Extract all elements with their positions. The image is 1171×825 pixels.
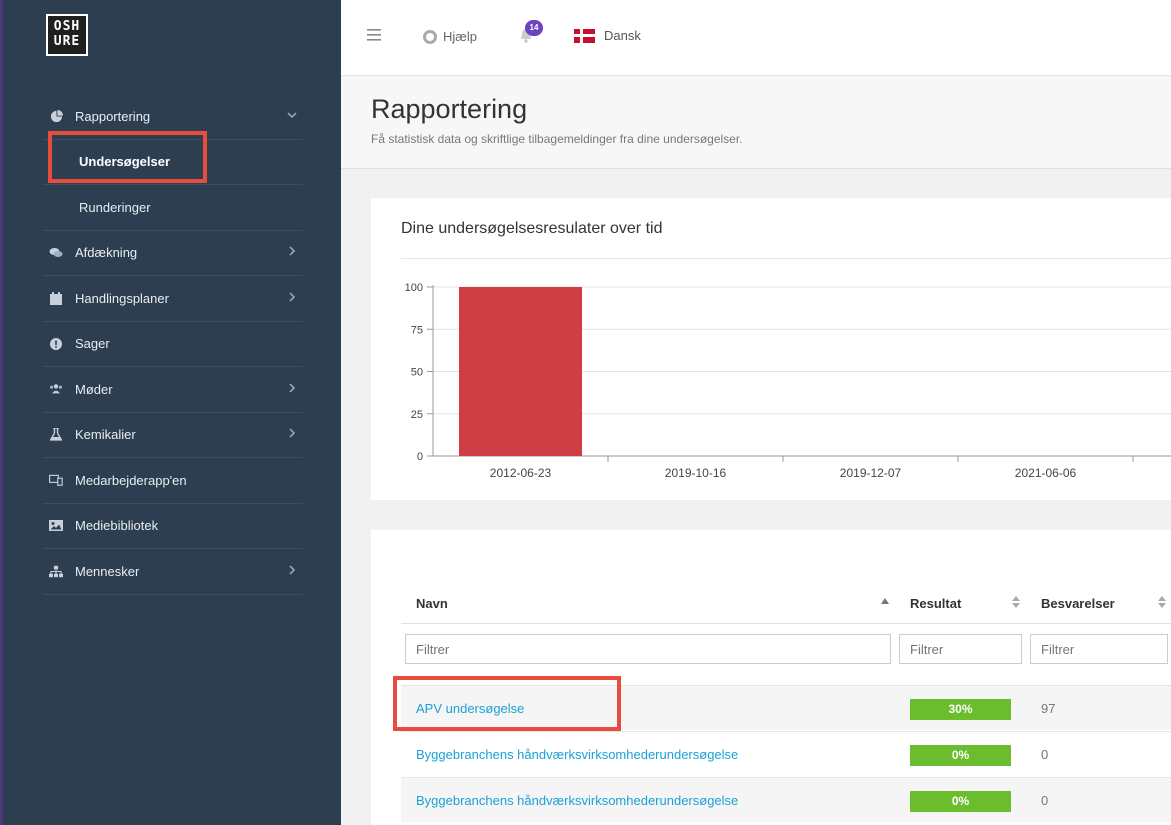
page-header: Rapportering Få statistisk data og skrif… xyxy=(341,76,1171,169)
filter-resultat-input[interactable] xyxy=(899,634,1022,664)
x-tick-label: 2019-12-07 xyxy=(840,466,902,480)
sidebar-item-mediebibliotek[interactable]: Mediebibliotek xyxy=(43,504,303,549)
sort-icon[interactable] xyxy=(1012,596,1020,610)
filter-navn-input[interactable] xyxy=(405,634,891,664)
chevron-right-icon xyxy=(287,428,297,441)
sidebar-item-label: Møder xyxy=(75,381,113,397)
lifebuoy-icon xyxy=(423,29,437,44)
sidebar-subitem-label: Runderinger xyxy=(79,199,151,215)
devices-icon xyxy=(49,473,63,487)
sidebar-item-mennesker[interactable]: Mennesker xyxy=(43,549,303,595)
danish-flag-icon xyxy=(574,28,595,43)
logo-line-1: OSH xyxy=(53,19,81,34)
language-label: Dansk xyxy=(604,28,641,43)
sort-asc-icon[interactable] xyxy=(881,596,889,606)
responses-count: 0 xyxy=(1041,793,1049,808)
x-tick-label: 2019-10-16 xyxy=(665,466,727,480)
sidebar-item-label: Medarbejderapp'en xyxy=(75,472,187,488)
sidebar-item-label: Afdækning xyxy=(75,245,138,261)
highlight-box-undersogelser xyxy=(48,131,207,183)
users-icon xyxy=(49,382,63,396)
result-progress-bar: 0% xyxy=(910,791,1011,812)
flask-icon xyxy=(49,428,63,442)
app-logo[interactable]: OSH URE xyxy=(46,14,88,56)
sidebar-item-label: Rapportering xyxy=(75,108,151,124)
page-subtitle: Få statistisk data og skriftlige tilbage… xyxy=(371,132,743,146)
highlight-box-apv-link xyxy=(393,676,621,731)
logo-line-2: URE xyxy=(53,34,81,49)
help-link[interactable]: Hjælp xyxy=(423,29,477,44)
column-header-besvarelser[interactable]: Besvarelser xyxy=(1041,596,1115,611)
bar-chart: 0 25 50 75 100 2012-06-23 2019-10-16 2019-12-07… xyxy=(405,282,1171,480)
sidebar-item-label: Mennesker xyxy=(75,563,140,579)
survey-link[interactable]: Byggebranchens håndværksvirksomhederunde… xyxy=(416,747,738,762)
divider xyxy=(401,623,1171,624)
sidebar-item-label: Kemikalier xyxy=(75,427,136,443)
calendar-icon xyxy=(49,291,63,305)
result-progress-bar: 30% xyxy=(910,699,1011,720)
hamburger-menu-icon[interactable] xyxy=(367,28,381,46)
responses-count: 97 xyxy=(1041,701,1056,716)
column-header-resultat[interactable]: Resultat xyxy=(910,596,961,611)
survey-link[interactable]: Byggebranchens håndværksvirksomhederunde… xyxy=(416,793,738,808)
sidebar-item-sager[interactable]: Sager xyxy=(43,322,303,367)
x-tick-label: 2012-06-23 xyxy=(490,466,552,480)
chevron-right-icon xyxy=(287,246,297,259)
table-row: Byggebranchens håndværksvirksomhederunde… xyxy=(401,731,1171,776)
column-header-navn[interactable]: Navn xyxy=(416,596,448,611)
sort-icon[interactable] xyxy=(1158,596,1166,610)
sidebar-item-afdaekning[interactable]: Afdækning xyxy=(43,231,303,276)
x-tick-label: 2021-06-06 xyxy=(1015,466,1077,480)
chevron-down-icon xyxy=(287,110,297,123)
sidebar-item-moder[interactable]: Møder xyxy=(43,367,303,413)
image-icon xyxy=(49,519,63,533)
sidebar-item-kemikalier[interactable]: Kemikalier xyxy=(43,413,303,458)
y-tick-label: 100 xyxy=(405,282,423,294)
sidebar-item-label: Mediebibliotek xyxy=(75,518,159,534)
notification-badge: 14 xyxy=(525,20,543,36)
sidebar: OSH URE Rapportering Undersøgelser Runde… xyxy=(0,0,341,825)
filter-besvarelser-input[interactable] xyxy=(1030,634,1168,664)
table-row: Byggebranchens håndværksvirksomhederunde… xyxy=(401,777,1171,822)
alert-icon xyxy=(49,337,63,351)
chevron-right-icon xyxy=(287,383,297,396)
sidebar-item-label: Sager xyxy=(75,336,110,352)
y-tick-label: 0 xyxy=(417,451,423,463)
sidebar-item-handlingsplaner[interactable]: Handlingsplaner xyxy=(43,276,303,322)
pie-chart-icon xyxy=(49,109,63,123)
y-tick-label: 50 xyxy=(411,367,423,379)
bar xyxy=(459,287,582,456)
chart-card: Dine undersøgelsesresulater over tid 0 25… xyxy=(371,198,1171,500)
y-tick-label: 75 xyxy=(411,324,423,336)
sidebar-subitem-runderinger[interactable]: Runderinger xyxy=(43,185,303,231)
y-tick-label: 25 xyxy=(411,409,423,421)
page-title: Rapportering xyxy=(371,94,528,124)
result-progress-bar: 0% xyxy=(910,745,1011,766)
org-chart-icon xyxy=(49,564,63,578)
sidebar-item-label: Handlingsplaner xyxy=(75,290,169,306)
chevron-right-icon xyxy=(287,565,297,578)
topbar: Hjælp 14 Dansk xyxy=(341,0,1171,76)
sidebar-item-medarbejderappen[interactable]: Medarbejderapp'en xyxy=(43,458,303,504)
chevron-right-icon xyxy=(287,292,297,305)
chat-icon xyxy=(49,246,63,260)
language-selector[interactable]: Dansk xyxy=(574,28,641,43)
responses-count: 0 xyxy=(1041,747,1049,762)
help-label: Hjælp xyxy=(443,29,477,44)
